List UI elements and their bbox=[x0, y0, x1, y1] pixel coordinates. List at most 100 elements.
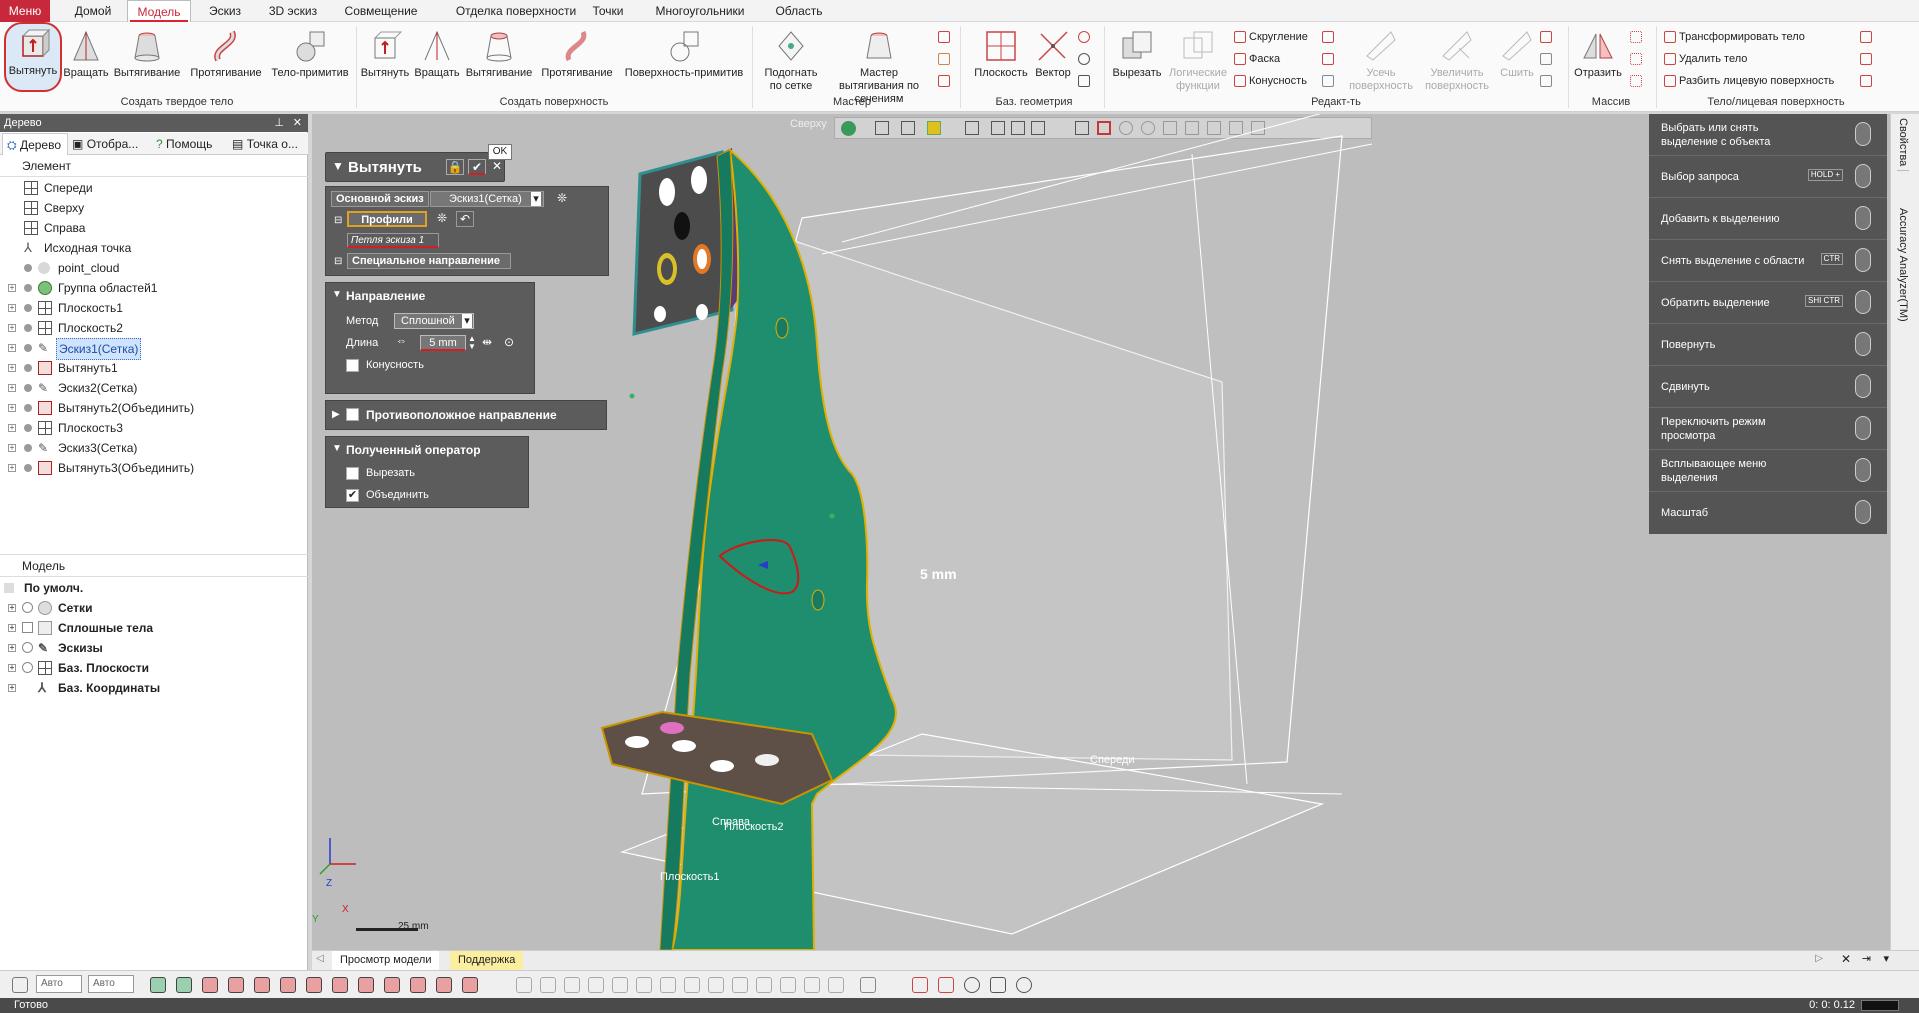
expand-icon[interactable]: + bbox=[8, 444, 16, 452]
navigate-icon[interactable]: ⇥ bbox=[1862, 952, 1871, 965]
fit-to-mesh-button[interactable]: Подогнать по сетке bbox=[756, 26, 826, 92]
plane-button[interactable]: Плоскость bbox=[966, 26, 1036, 88]
model-item-solids[interactable]: + Сплошные тела bbox=[0, 618, 308, 638]
pin-icon[interactable]: ⊥ bbox=[274, 114, 284, 132]
tab-point[interactable]: ▤ Точка о... bbox=[232, 133, 308, 155]
profile-loop-item[interactable]: Петля эскиза 1 bbox=[347, 233, 439, 248]
transform-body-button[interactable]: Трансформировать тело bbox=[1664, 28, 1805, 46]
refgeom-small-icon-2[interactable] bbox=[1078, 50, 1093, 68]
stitch-button[interactable]: Сшить bbox=[1494, 26, 1540, 88]
filter-curve-icon[interactable] bbox=[306, 977, 322, 993]
collapse-minus-icon[interactable]: ⊟ bbox=[334, 215, 342, 226]
tree-item-region-group[interactable]: + Группа областей1 bbox=[0, 278, 308, 298]
body-small-icon-1[interactable] bbox=[1860, 28, 1875, 46]
filter-mesh-icon[interactable] bbox=[150, 977, 166, 993]
visibility-dot-icon[interactable] bbox=[24, 324, 32, 332]
measure-distance-icon[interactable] bbox=[912, 977, 928, 993]
snap-11-icon[interactable] bbox=[756, 977, 772, 993]
checkbox-icon[interactable] bbox=[22, 622, 33, 633]
filter-point-icon[interactable] bbox=[332, 977, 348, 993]
menu-tab-region[interactable]: Область bbox=[768, 0, 830, 22]
properties-tab[interactable]: Свойства bbox=[1897, 118, 1909, 172]
opposite-direction-checkbox[interactable] bbox=[346, 408, 359, 421]
tree-item-sketch1[interactable]: + ✎ Эскиз1(Сетка) bbox=[0, 338, 308, 360]
vector-button[interactable]: Вектор bbox=[1032, 26, 1074, 88]
split-face-button[interactable]: Разбить лицевую поверхность bbox=[1664, 72, 1834, 90]
eye-toggle-icon[interactable] bbox=[22, 602, 33, 613]
spinner-icon[interactable]: ▲ ▼ bbox=[468, 335, 476, 351]
surface-loft-button[interactable]: Вытягивание bbox=[464, 26, 534, 88]
visibility-dot-icon[interactable] bbox=[24, 464, 32, 472]
close-tab-icon[interactable]: ✕ bbox=[1841, 952, 1851, 966]
menu-tab-surface-finish[interactable]: Отделка поверхности bbox=[436, 0, 596, 22]
loft-wizard-button[interactable]: Мастер вытягивания по сечениям bbox=[826, 26, 932, 105]
menu-tab-points[interactable]: Точки bbox=[580, 0, 636, 22]
visibility-dot-icon[interactable] bbox=[24, 304, 32, 312]
expand-icon[interactable]: + bbox=[8, 304, 16, 312]
tab-support[interactable]: Поддержка bbox=[450, 951, 524, 970]
tree-item-plane2[interactable]: + Плоскость2 bbox=[0, 318, 308, 338]
refgeom-small-icon-3[interactable] bbox=[1078, 72, 1093, 90]
menu-tab-sketch[interactable]: Эскиз bbox=[200, 0, 250, 22]
filter-edge-icon[interactable] bbox=[228, 977, 244, 993]
snap-6-icon[interactable] bbox=[636, 977, 652, 993]
snap-1-icon[interactable] bbox=[516, 977, 532, 993]
tree-item-point-cloud[interactable]: point_cloud bbox=[0, 258, 308, 278]
expand-icon[interactable]: + bbox=[8, 464, 16, 472]
model-item-meshes[interactable]: + Сетки bbox=[0, 598, 308, 618]
tree-item-origin[interactable]: ⅄ Исходная точка bbox=[0, 238, 308, 258]
expand-icon[interactable]: + bbox=[8, 344, 16, 352]
extend-surface-button[interactable]: Увеличить поверхность bbox=[1420, 26, 1494, 92]
visibility-dot-icon[interactable] bbox=[24, 364, 32, 372]
cancel-close-icon[interactable]: ✕ bbox=[489, 159, 505, 175]
close-icon[interactable]: ✕ bbox=[293, 114, 302, 132]
collapse-icon[interactable]: ▼ bbox=[332, 289, 342, 300]
wizard-small-icon-3[interactable] bbox=[938, 72, 953, 90]
merge-checkbox[interactable]: ✔ bbox=[346, 489, 359, 502]
solid-sweep-button[interactable]: Протягивание bbox=[186, 26, 266, 88]
measure-more-icon[interactable] bbox=[1016, 977, 1032, 993]
scroll-left-icon[interactable]: ◁ bbox=[316, 953, 324, 964]
boolean-button[interactable]: Логические функции bbox=[1166, 26, 1230, 92]
menu-tab-home[interactable]: Домой bbox=[64, 0, 122, 22]
edit-small-icon-1[interactable] bbox=[1322, 28, 1337, 46]
base-sketch-select[interactable]: Эскиз1(Сетка) ▾ bbox=[430, 191, 544, 207]
menu-tab-alignment[interactable]: Совмещение bbox=[336, 0, 426, 22]
model-item-sketches[interactable]: + ✎ Эскизы bbox=[0, 638, 308, 658]
snap-14-icon[interactable] bbox=[828, 977, 844, 993]
scroll-right-icon[interactable]: ▷ bbox=[1815, 953, 1823, 964]
tree-item-right[interactable]: Справа bbox=[0, 218, 308, 238]
expand-icon[interactable]: + bbox=[8, 664, 16, 672]
menu-tab-polygons[interactable]: Многоугольники bbox=[645, 0, 755, 22]
expand-icon[interactable]: + bbox=[8, 284, 16, 292]
pattern-small-icon-3[interactable] bbox=[1630, 72, 1645, 90]
lock-icon[interactable]: 🔒 bbox=[446, 159, 464, 175]
expand-icon[interactable]: + bbox=[8, 364, 16, 372]
eye-toggle-icon[interactable] bbox=[22, 662, 33, 673]
auto-select-1[interactable]: Авто bbox=[36, 975, 82, 993]
refgeom-small-icon-1[interactable] bbox=[1078, 28, 1093, 46]
collapse-minus-icon[interactable]: ⊟ bbox=[334, 256, 342, 267]
filter-plane-icon[interactable] bbox=[358, 977, 374, 993]
auto-select-2[interactable]: Авто bbox=[88, 975, 134, 993]
collapse-icon[interactable]: ▼ bbox=[332, 443, 342, 454]
draft-button[interactable]: Конусность bbox=[1234, 72, 1307, 90]
snap-13-icon[interactable] bbox=[804, 977, 820, 993]
cut-button[interactable]: Вырезать bbox=[1108, 26, 1166, 88]
visibility-dot-icon[interactable] bbox=[24, 344, 32, 352]
tree-item-sketch2[interactable]: + ✎ Эскиз2(Сетка) bbox=[0, 378, 308, 398]
filter-vector-icon[interactable] bbox=[384, 977, 400, 993]
double-arrow-icon[interactable]: ⇔ bbox=[396, 335, 407, 347]
solid-extrude-button[interactable]: Вытянуть bbox=[4, 22, 62, 92]
tree-item-extrude2[interactable]: + Вытянуть2(Объединить) bbox=[0, 398, 308, 418]
up-to-icon[interactable]: ⇹ bbox=[482, 335, 492, 349]
fillet-button[interactable]: Скругление bbox=[1234, 28, 1308, 46]
expand-icon[interactable]: + bbox=[8, 644, 16, 652]
solid-loft-button[interactable]: Вытягивание bbox=[112, 26, 182, 88]
visibility-dot-icon[interactable] bbox=[24, 444, 32, 452]
view-options-icon[interactable] bbox=[860, 977, 876, 993]
menu-tab-model[interactable]: Модель bbox=[127, 0, 191, 23]
taper-checkbox[interactable] bbox=[346, 359, 359, 372]
dimension-label[interactable]: 5 mm bbox=[920, 566, 957, 582]
collapse-icon[interactable]: ▼ bbox=[332, 159, 344, 173]
